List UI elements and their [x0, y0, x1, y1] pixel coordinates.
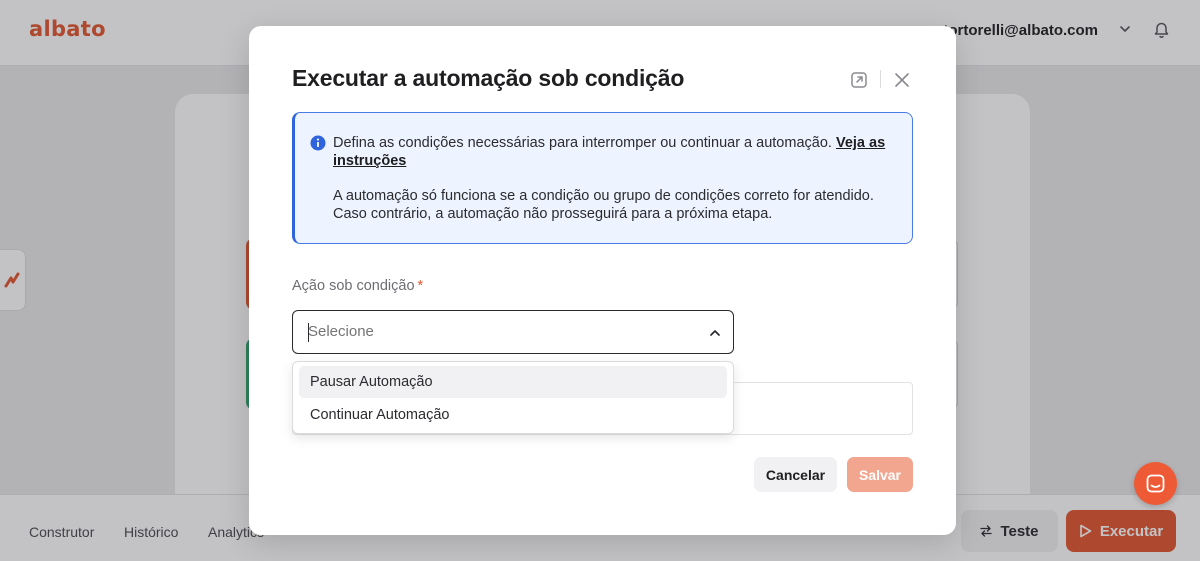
condition-action-label: Ação sob condição *: [292, 278, 423, 294]
condition-modal: Executar a automação sob condição Defina…: [249, 26, 956, 535]
info-text: Defina as condições necessárias para int…: [333, 135, 836, 151]
open-external-icon[interactable]: [849, 70, 869, 90]
condition-action-select[interactable]: [292, 310, 734, 354]
cancel-button[interactable]: Cancelar: [754, 457, 837, 492]
select-search-input[interactable]: [308, 323, 688, 340]
option-continuar-automacao[interactable]: Continuar Automação: [299, 399, 727, 431]
option-pausar-automacao[interactable]: Pausar Automação: [299, 366, 727, 398]
info-icon: [310, 135, 326, 151]
header-divider: [880, 70, 881, 88]
chevron-up-icon[interactable]: [708, 326, 722, 340]
info-text-primary: Defina as condições necessárias para int…: [333, 134, 903, 170]
modal-title: Executar a automação sob condição: [292, 65, 685, 91]
save-button[interactable]: Salvar: [847, 457, 913, 492]
select-dropdown-menu: Pausar Automação Continuar Automação: [292, 361, 734, 434]
info-text-secondary: A automação só funciona se a condição ou…: [333, 188, 874, 222]
close-icon[interactable]: [892, 70, 912, 90]
chat-icon: [1146, 474, 1165, 493]
text-caret: [308, 323, 309, 342]
info-callout: Defina as condições necessárias para int…: [292, 112, 913, 244]
required-mark: *: [417, 278, 424, 294]
chat-launcher[interactable]: [1134, 462, 1177, 505]
field-label-text: Ação sob condição: [292, 278, 415, 294]
